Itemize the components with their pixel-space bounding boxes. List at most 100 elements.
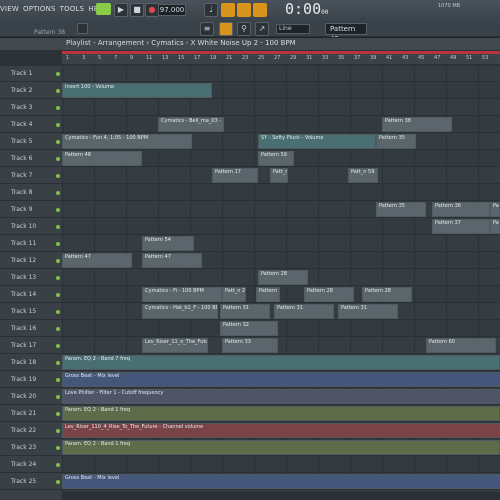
track-header[interactable]: Track 15: [0, 304, 62, 320]
menu-options[interactable]: OPTIONS: [23, 5, 56, 13]
track-header[interactable]: Track 6: [0, 151, 62, 167]
stop-button[interactable]: ■: [130, 3, 144, 17]
playlist-clip[interactable]: Pattern 37: [490, 219, 500, 234]
playlist-clip[interactable]: Pattern 59: [258, 151, 294, 166]
loop-region-bar[interactable]: [62, 51, 500, 54]
track-header[interactable]: Track 7: [0, 168, 62, 184]
playlist-clip[interactable]: Cymatics - Fun 4, 1:05 - 100 BPM: [62, 134, 192, 149]
playlist-clip[interactable]: Pattern 38: [382, 117, 452, 132]
track-header[interactable]: Track 1: [0, 66, 62, 82]
track-header[interactable]: Track 16: [0, 321, 62, 337]
playlist-clip[interactable]: Pattern 54: [142, 236, 194, 251]
track-mute-led[interactable]: [56, 412, 60, 416]
typing-keyboard-icon[interactable]: [221, 3, 235, 17]
track-mute-led[interactable]: [56, 259, 60, 263]
playlist-clip[interactable]: Pattern 28: [256, 287, 280, 302]
track-header[interactable]: Track 12: [0, 253, 62, 269]
playlist-clip[interactable]: Pattern 32: [220, 321, 278, 336]
track-lane[interactable]: [62, 236, 500, 252]
track-lane[interactable]: [62, 287, 500, 303]
track-header[interactable]: Track 18: [0, 355, 62, 371]
track-mute-led[interactable]: [56, 344, 60, 348]
tempo-display[interactable]: 97.000: [158, 4, 186, 16]
chain-icon[interactable]: ↗: [255, 22, 269, 36]
playlist-clip[interactable]: Patt_n 28: [222, 287, 246, 302]
playlist-clip[interactable]: Pattern 36: [490, 202, 500, 217]
track-mute-led[interactable]: [56, 327, 60, 331]
track-header[interactable]: Track 2: [0, 83, 62, 99]
wait-input-icon[interactable]: [253, 3, 267, 17]
playlist-clip[interactable]: Gross Beat - Mix level: [62, 372, 500, 387]
track-header[interactable]: Track 25: [0, 474, 62, 490]
track-mute-led[interactable]: [56, 174, 60, 178]
timeline-ruler[interactable]: 1 3 5 7 9 11 13 15 17 19 21 23 25 27 29 31 33 35 37 39 41 43 4…: [62, 51, 500, 64]
playlist-clip[interactable]: Pattern 47: [142, 253, 202, 268]
snap-icon[interactable]: ≡: [200, 22, 214, 36]
record-button[interactable]: ●: [145, 3, 159, 17]
playlist-clip[interactable]: Patt_n 59: [348, 168, 378, 183]
master-volume-knob[interactable]: [77, 23, 88, 34]
playlist-clip[interactable]: Lev_Riser_11_o_The_Future: [142, 338, 208, 353]
track-mute-led[interactable]: [56, 208, 60, 212]
track-mute-led[interactable]: [56, 446, 60, 450]
playlist-clip[interactable]: Param. EQ 2 - Band 1 freq: [62, 406, 500, 421]
track-mute-led[interactable]: [56, 463, 60, 467]
track-mute-led[interactable]: [56, 157, 60, 161]
track-header[interactable]: Track 10: [0, 219, 62, 235]
playlist-clip[interactable]: Lev_Riser_110_4_Rise_To_The_Future - Cha…: [62, 423, 500, 438]
step-edit-icon[interactable]: [237, 3, 251, 17]
pattern-song-toggle[interactable]: [96, 3, 111, 15]
track-mute-led[interactable]: [56, 191, 60, 195]
track-mute-led[interactable]: [56, 225, 60, 229]
playlist-clip[interactable]: Pattern 31: [338, 304, 398, 319]
metronome-icon[interactable]: ♩: [204, 3, 218, 17]
track-header[interactable]: Track 4: [0, 117, 62, 133]
track-mute-led[interactable]: [56, 106, 60, 110]
track-mute-led[interactable]: [56, 293, 60, 297]
playlist-clip[interactable]: Cymatics - Bell_ma_03 - 100 BPM: [158, 117, 224, 132]
link-icon[interactable]: ⚲: [237, 22, 251, 36]
track-mute-led[interactable]: [56, 378, 60, 382]
playlist-clip[interactable]: SY - Softy Pluck - Volume: [258, 134, 376, 149]
track-header[interactable]: Track 20: [0, 389, 62, 405]
play-button[interactable]: ▶: [114, 3, 128, 17]
playlist-clip[interactable]: Pattern 28: [304, 287, 354, 302]
track-header[interactable]: Track 19: [0, 372, 62, 388]
track-mute-led[interactable]: [56, 242, 60, 246]
track-lane[interactable]: [62, 100, 500, 116]
track-mute-led[interactable]: [56, 123, 60, 127]
menu-tools[interactable]: TOOLS: [60, 5, 85, 13]
menu-view[interactable]: VIEW: [0, 5, 19, 13]
playlist-clip[interactable]: Pattern 17: [212, 168, 258, 183]
playlist-clip[interactable]: Pattern 31: [274, 304, 334, 319]
playlist-clip[interactable]: Pattern 35: [376, 202, 426, 217]
playlist-clip[interactable]: Pattern 35: [376, 134, 416, 149]
track-mute-led[interactable]: [56, 395, 60, 399]
playlist-clip[interactable]: Pattern 33: [222, 338, 278, 353]
playlist-clip[interactable]: Love Philter - Filter 1 - Cutoff frequen…: [62, 389, 500, 404]
playlist-clip[interactable]: Param. EQ 2 - Band 1 freq: [62, 440, 500, 455]
track-mute-led[interactable]: [56, 429, 60, 433]
track-mute-led[interactable]: [56, 276, 60, 280]
track-header[interactable]: Track 14: [0, 287, 62, 303]
playlist-clip[interactable]: Pattern 36: [432, 202, 490, 217]
playlist-clip[interactable]: Cymatics - Fi - 100 BPM: [142, 287, 222, 302]
track-lane[interactable]: [62, 321, 500, 337]
playlist-clip[interactable]: Param. EQ 2 - Band 7 freq: [62, 355, 500, 370]
track-header[interactable]: Track 5: [0, 134, 62, 150]
playlist-clip[interactable]: Insert 100 - Volume: [62, 83, 212, 98]
playlist-grid[interactable]: Insert 100 - Volume Cymatics - Bell_ma_03…: [62, 66, 500, 500]
track-header[interactable]: Track 22: [0, 423, 62, 439]
track-mute-led[interactable]: [56, 480, 60, 484]
track-lane[interactable]: [62, 457, 500, 473]
track-lane[interactable]: [62, 66, 500, 82]
playlist-clip[interactable]: Pattern 28: [362, 287, 412, 302]
track-header[interactable]: Track 8: [0, 185, 62, 201]
track-mute-led[interactable]: [56, 140, 60, 144]
horizontal-scrollbar[interactable]: [62, 492, 500, 500]
track-mute-led[interactable]: [56, 310, 60, 314]
magnet-icon[interactable]: [219, 22, 233, 36]
playlist-clip[interactable]: Pattern 60: [426, 338, 496, 353]
snap-selector[interactable]: Line: [276, 24, 310, 34]
track-header[interactable]: Track 9: [0, 202, 62, 218]
